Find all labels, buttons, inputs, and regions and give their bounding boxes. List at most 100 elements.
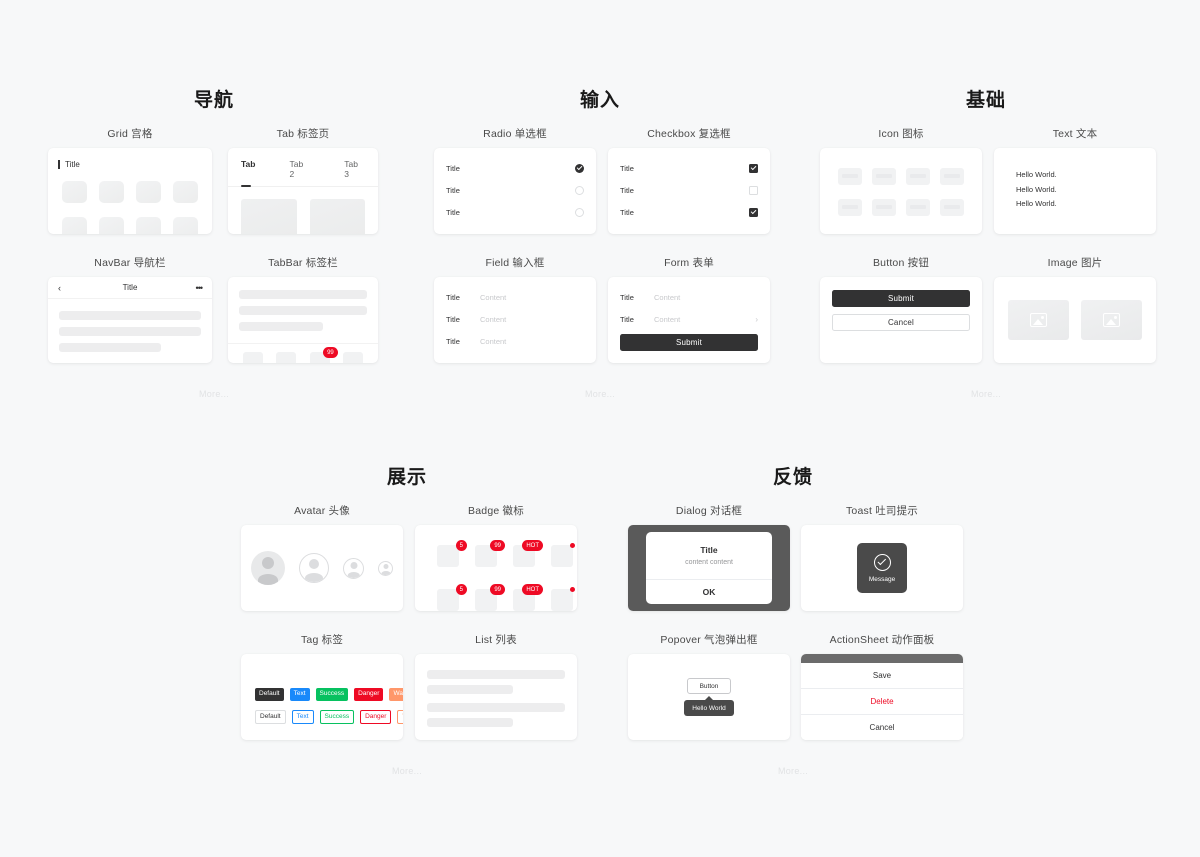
chevron-right-icon[interactable]: › <box>755 315 758 324</box>
chevron-left-icon[interactable]: ‹ <box>58 283 72 293</box>
grid-cell[interactable] <box>173 181 198 203</box>
actionsheet-card[interactable]: Save Delete Cancel <box>801 654 963 740</box>
form-submit-button[interactable]: Submit <box>620 334 758 351</box>
image-card[interactable] <box>994 277 1156 363</box>
more-link-nav[interactable]: More... <box>199 389 229 399</box>
checkbox-card[interactable]: Title Title Title <box>608 148 770 234</box>
tab-item-2[interactable]: Tab 3 <box>344 159 365 186</box>
avatar[interactable] <box>251 551 285 585</box>
radio-unchecked-icon[interactable] <box>575 207 584 217</box>
checkbox-unchecked-icon[interactable] <box>749 185 758 195</box>
grid-cell[interactable] <box>62 217 87 234</box>
checkbox-row[interactable]: Title <box>608 201 770 223</box>
grid-cell[interactable] <box>99 217 124 234</box>
badge-host[interactable]: 5 <box>437 584 467 611</box>
form-input[interactable]: Content <box>654 293 758 302</box>
icon-placeholder[interactable] <box>872 168 896 185</box>
icon-card[interactable] <box>820 148 982 234</box>
field-row[interactable]: Title Content <box>434 308 596 330</box>
dialog-ok-button[interactable]: OK <box>646 579 772 604</box>
button-card[interactable]: Submit Cancel <box>820 277 982 363</box>
badge-card[interactable]: 5 99 HOT 5 99 HOT <box>415 525 577 611</box>
tag-text[interactable]: Text <box>289 688 310 701</box>
tag-card[interactable]: Default Text Success Danger Warning Defa… <box>241 654 403 740</box>
field-input[interactable]: Content <box>480 293 584 302</box>
tag-success[interactable]: Success <box>315 688 349 701</box>
radio-control[interactable] <box>575 163 584 173</box>
tab-item-1[interactable]: Tab 2 <box>289 159 310 186</box>
field-card[interactable]: Title Content Title Content Title Conten… <box>434 277 596 363</box>
checkbox-row[interactable]: Title <box>608 179 770 201</box>
checkbox-row[interactable]: Title <box>608 157 770 179</box>
more-link-basic[interactable]: More... <box>971 389 1001 399</box>
badge-host[interactable]: HOT <box>513 584 543 611</box>
list-item[interactable] <box>427 670 565 694</box>
checkbox-control[interactable] <box>749 185 758 195</box>
radio-card[interactable]: Title Title Title <box>434 148 596 234</box>
radio-control[interactable] <box>575 185 584 195</box>
more-link-display[interactable]: More... <box>392 766 422 776</box>
actionsheet-item-delete[interactable]: Delete <box>801 688 963 714</box>
radio-checked-icon[interactable] <box>575 163 584 173</box>
form-row[interactable]: Title Content › <box>608 308 770 330</box>
image-placeholder[interactable] <box>1081 300 1142 340</box>
tag-danger[interactable]: Danger <box>354 688 384 701</box>
grid-cell[interactable] <box>136 181 161 203</box>
badge-host[interactable]: 99 <box>475 540 505 567</box>
avatar[interactable] <box>378 560 393 576</box>
radio-unchecked-icon[interactable] <box>575 185 584 195</box>
avatar[interactable] <box>299 553 329 583</box>
actionsheet-item-save[interactable]: Save <box>801 663 963 688</box>
tag-success-plain[interactable]: Success <box>319 709 355 724</box>
list-card[interactable] <box>415 654 577 740</box>
checkbox-control[interactable] <box>749 163 758 173</box>
grid-cell[interactable] <box>62 181 87 203</box>
badge-host[interactable]: 5 <box>437 540 467 567</box>
checkbox-checked-icon[interactable] <box>749 207 758 217</box>
icon-placeholder[interactable] <box>906 168 930 185</box>
tag-default[interactable]: Default <box>255 688 284 701</box>
text-card[interactable]: Hello World. Hello World. Hello World. <box>994 148 1156 234</box>
tag-danger-plain[interactable]: Danger <box>360 709 392 724</box>
popover-trigger-button[interactable]: Button <box>686 678 732 694</box>
tab-card[interactable]: Tab Tab 2 Tab 3 <box>228 148 378 234</box>
form-card[interactable]: Title Content Title Content › Submit <box>608 277 770 363</box>
grid-card[interactable]: Title <box>48 148 212 234</box>
submit-button[interactable]: Submit <box>832 290 970 307</box>
badge-host[interactable] <box>551 543 575 567</box>
image-placeholder[interactable] <box>1008 300 1069 340</box>
icon-placeholder[interactable] <box>940 168 964 185</box>
icon-placeholder[interactable] <box>838 168 862 185</box>
actionsheet-item-cancel[interactable]: Cancel <box>801 714 963 740</box>
field-row[interactable]: Title Content <box>434 330 596 352</box>
form-row[interactable]: Title Content <box>608 286 770 308</box>
toast-card[interactable]: Message <box>801 525 963 611</box>
radio-row[interactable]: Title <box>434 179 596 201</box>
popover-card[interactable]: Button Hello World <box>628 654 790 740</box>
field-row[interactable]: Title Content <box>434 286 596 308</box>
badge-host[interactable] <box>551 587 575 611</box>
grid-cell[interactable] <box>173 217 198 234</box>
icon-placeholder[interactable] <box>838 199 862 216</box>
field-input[interactable]: Content <box>480 315 584 324</box>
field-input[interactable]: Content <box>480 337 584 346</box>
tab-item-0[interactable]: Tab <box>241 159 255 187</box>
avatar[interactable] <box>343 557 364 579</box>
avatar-card[interactable] <box>241 525 403 611</box>
checkbox-control[interactable] <box>749 207 758 217</box>
navbar-card[interactable]: ‹ Title ••• <box>48 277 212 363</box>
badge-host[interactable]: HOT <box>513 540 543 567</box>
radio-row[interactable]: Title <box>434 201 596 223</box>
more-link-feedback[interactable]: More... <box>778 766 808 776</box>
tabbar-item-2[interactable]: 99 <box>309 347 338 363</box>
radio-control[interactable] <box>575 207 584 217</box>
badge-host[interactable]: 99 <box>475 584 505 611</box>
icon-placeholder[interactable] <box>940 199 964 216</box>
tag-default-plain[interactable]: Default <box>255 709 286 724</box>
ellipsis-icon[interactable]: ••• <box>188 283 203 293</box>
radio-row[interactable]: Title <box>434 157 596 179</box>
tabbar-item-3[interactable] <box>343 352 364 363</box>
icon-placeholder[interactable] <box>872 199 896 216</box>
tabbar-card[interactable]: 99 <box>228 277 378 363</box>
more-link-input[interactable]: More... <box>585 389 615 399</box>
